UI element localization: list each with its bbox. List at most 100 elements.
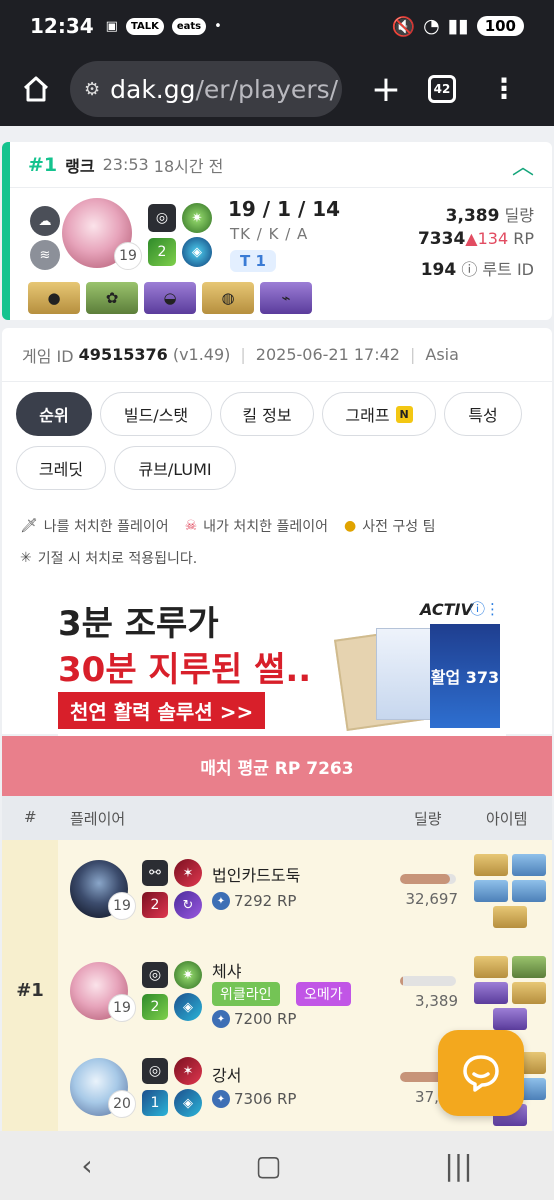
info-icon[interactable]: ⓘ bbox=[461, 260, 477, 279]
weapon-skill-icon: ◎ bbox=[148, 204, 176, 232]
player-rp-value: 7200 RP bbox=[234, 1010, 297, 1028]
match-summary-card: #1 랭크 23:53 18시간 전 ︿ ☁ ≋ 19 ◎ ✷ 2 ◈ 19 /… bbox=[2, 142, 552, 320]
system-nav-bar: ‹ ▢ ||| bbox=[0, 1131, 554, 1200]
item-icon[interactable] bbox=[512, 880, 546, 902]
item-icon[interactable] bbox=[512, 982, 546, 1004]
col-damage: 딜량 bbox=[414, 810, 442, 828]
trait-icon: ✶ bbox=[174, 859, 202, 887]
legend-i-killed: 내가 처치한 플레이어 bbox=[203, 519, 328, 535]
team-rank: #1 bbox=[2, 840, 58, 1131]
item-icon[interactable] bbox=[512, 854, 546, 876]
new-badge: N bbox=[395, 405, 413, 423]
player-level: 20 bbox=[108, 1090, 136, 1118]
rp-label: RP bbox=[513, 229, 534, 248]
game-id-label: 게임 ID bbox=[22, 346, 74, 366]
tactical-skill-icon: 2 bbox=[148, 238, 176, 266]
tab-build-stats[interactable]: 빌드/스탯 bbox=[100, 392, 212, 436]
url-bar[interactable]: ⚙ dak.gg/er/players/ bbox=[70, 61, 342, 117]
player-rp-value: 7292 RP bbox=[234, 892, 297, 910]
tab-traits[interactable]: 특성 bbox=[444, 392, 522, 436]
damage-stat: 3,389 딜량 bbox=[446, 202, 534, 226]
route-label: 루트 ID bbox=[482, 260, 534, 279]
trait-icon: ✷ bbox=[182, 203, 212, 233]
tab-ranking[interactable]: 순위 bbox=[16, 392, 92, 436]
route-stat[interactable]: 194 ⓘ 루트 ID bbox=[421, 256, 534, 280]
ad-product-name: 활업 373 bbox=[430, 668, 500, 687]
rank-mode-label: 랭크 bbox=[65, 156, 95, 176]
url-domain: dak.gg bbox=[110, 74, 196, 104]
tactical-skill-level: 2 bbox=[150, 999, 160, 1015]
game-id-value: 49515376 bbox=[78, 345, 168, 364]
more-menu-icon[interactable]: ⋮ bbox=[490, 75, 518, 103]
rp-icon: ✦ bbox=[212, 1090, 230, 1108]
chevron-up-icon[interactable]: ︿ bbox=[512, 149, 534, 181]
match-summary-header[interactable]: #1 랭크 23:53 18시간 전 ︿ bbox=[10, 142, 552, 188]
item-icon[interactable] bbox=[474, 880, 508, 902]
character-level: 19 bbox=[114, 242, 142, 270]
rp-value: 7334 bbox=[417, 229, 466, 249]
rank-number: #1 bbox=[28, 153, 58, 176]
wifi-icon: ◔ bbox=[423, 15, 440, 37]
item-icon[interactable] bbox=[512, 956, 546, 978]
damage-bar-fill bbox=[400, 976, 404, 986]
recents-icon[interactable]: ||| bbox=[444, 1149, 472, 1182]
item-arm[interactable]: ◍ bbox=[202, 282, 254, 314]
player-rp-value: 7306 RP bbox=[234, 1090, 297, 1108]
rp-stat: 7334▲134 RP bbox=[418, 229, 534, 249]
item-icon[interactable] bbox=[474, 982, 508, 1004]
tab-graph[interactable]: 그래프 N bbox=[322, 392, 436, 436]
col-rank: # bbox=[24, 808, 37, 826]
mute-icon: 🔇 bbox=[391, 15, 416, 38]
legend-section: 🗡 나를 처치한 플레이어 ☠ 내가 처치한 플레이어 ● 사전 구성 팀 ✳ … bbox=[2, 502, 552, 736]
ad-cta-button[interactable]: 천연 활력 솔루션 >> bbox=[58, 692, 266, 729]
site-settings-icon[interactable]: ⚙ bbox=[84, 79, 100, 100]
item-weapon[interactable]: ● bbox=[28, 282, 80, 314]
tier-tag: 오메가 bbox=[296, 982, 351, 1006]
home-button[interactable] bbox=[16, 69, 56, 109]
ad-choices-icon[interactable]: ⓘ⋮ bbox=[470, 598, 500, 619]
divider: | bbox=[409, 345, 416, 364]
chat-fab-button[interactable] bbox=[438, 1030, 524, 1116]
table-header: # 플레이어 딜량 아이템 bbox=[2, 796, 552, 840]
kda-label: TK / K / A bbox=[230, 225, 309, 243]
tactical-skill-level: 1 bbox=[150, 1095, 160, 1111]
rp-icon: ✦ bbox=[212, 892, 230, 910]
subtrait-icon: ◈ bbox=[174, 1089, 202, 1117]
damage-bar bbox=[400, 976, 456, 986]
legend-note-line: ✳ 기절 시 처치로 적용됩니다. bbox=[20, 548, 197, 568]
route-value: 194 bbox=[420, 260, 457, 280]
kakaotalk-icon: TALK bbox=[125, 17, 164, 35]
advertisement-banner[interactable]: 3분 조루가 30분 지루된 썰.. 천연 활력 솔루션 >> 활업 373 A… bbox=[58, 596, 506, 736]
item-icon[interactable] bbox=[493, 906, 527, 928]
item-leg[interactable]: ⌁ bbox=[260, 282, 312, 314]
item-icon[interactable] bbox=[474, 854, 508, 876]
player-name[interactable]: 체샤 bbox=[212, 958, 241, 982]
item-chest[interactable]: ✿ bbox=[86, 282, 138, 314]
item-icon[interactable] bbox=[493, 1008, 527, 1030]
back-icon[interactable]: ‹ bbox=[81, 1149, 92, 1182]
screenshot-icon: ▣ bbox=[105, 18, 118, 34]
new-tab-button[interactable]: + bbox=[366, 69, 406, 110]
weapon-skill-icon: ⚯ bbox=[142, 860, 168, 886]
player-level: 19 bbox=[108, 892, 136, 920]
ad-brand: ACTIV bbox=[420, 600, 473, 619]
item-icon[interactable] bbox=[474, 956, 508, 978]
rp-icon: ✦ bbox=[212, 1010, 230, 1028]
legend-note: 기절 시 처치로 적용됩니다. bbox=[37, 551, 198, 567]
player-rp: ✦ 7292 RP bbox=[212, 892, 296, 910]
player-name[interactable]: 법인카드도둑 bbox=[212, 862, 300, 886]
tab-credits[interactable]: 크레딧 bbox=[16, 446, 106, 490]
tab-kill-info[interactable]: 킬 정보 bbox=[220, 392, 314, 436]
tactical-skill-icon: 2 bbox=[142, 892, 168, 918]
damage-bar bbox=[400, 874, 456, 884]
game-region: Asia bbox=[425, 345, 459, 364]
player-name[interactable]: 강서 bbox=[212, 1062, 241, 1086]
col-items: 아이템 bbox=[486, 810, 528, 828]
weapon-skill-icon: ◎ bbox=[142, 1058, 168, 1084]
tab-cube-lumi[interactable]: 큐브/LUMI bbox=[114, 446, 236, 490]
tab-switcher-button[interactable]: 42 bbox=[428, 75, 456, 103]
home-circle-icon[interactable]: ▢ bbox=[255, 1149, 281, 1182]
damage-value: 3,389 bbox=[415, 992, 458, 1010]
item-head[interactable]: ◒ bbox=[144, 282, 196, 314]
detail-tabs: 순위 빌드/스탯 킬 정보 그래프 N 특성 크레딧 큐브/LUMI bbox=[2, 382, 552, 502]
